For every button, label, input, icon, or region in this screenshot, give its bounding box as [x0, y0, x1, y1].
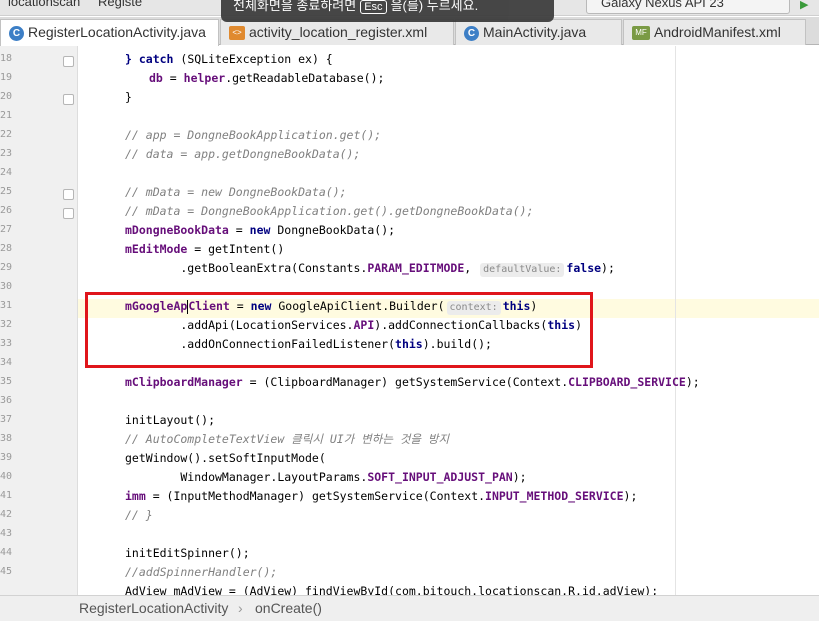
breadcrumb-class[interactable]: RegisterLocationActivity — [79, 596, 228, 621]
code-line-42: // } — [125, 508, 153, 522]
annotation-highlight-box — [85, 292, 593, 368]
fold-marker-icon[interactable] — [63, 94, 74, 105]
code-line-38: // AutoCompleteTextView 클릭시 UI가 변하는 것을 방… — [125, 432, 450, 446]
line-number: 37 — [0, 414, 12, 425]
manifest-icon: MF — [632, 26, 650, 41]
line-number-gutter: 18 19 20 21 22 23 24 25 26 27 28 29 30 3… — [0, 46, 78, 595]
line-number: 24 — [0, 167, 12, 178]
tab-label: RegisterLocationActivity.java — [28, 24, 206, 40]
device-selector[interactable]: Galaxy Nexus API 23 — [586, 0, 790, 14]
code-line-23: // data = app.getDongneBookData(); — [125, 147, 361, 161]
code-line-41: imm = (InputMethodManager) getSystemServ… — [125, 489, 638, 503]
project-breadcrumb[interactable]: locationscan — [8, 0, 80, 9]
line-number: 43 — [0, 528, 12, 539]
line-number: 31 — [0, 300, 12, 311]
code-line-19: db = helper.getReadableDatabase(); — [149, 71, 385, 85]
line-number: 32 — [0, 319, 12, 330]
line-number: 36 — [0, 395, 12, 406]
notice-text-before: 전체화면을 종료하려면 — [233, 0, 357, 13]
java-class-icon: C — [9, 25, 24, 41]
code-line-39: getWindow().setSoftInputMode( — [125, 451, 326, 465]
line-number: 35 — [0, 376, 12, 387]
code-line-40: WindowManager.LayoutParams.SOFT_INPUT_AD… — [125, 470, 527, 484]
notice-text-after: 을(를) 누르세요. — [390, 0, 479, 13]
line-number: 20 — [0, 91, 12, 102]
code-line-29: .getBooleanExtra(Constants.PARAM_EDITMOD… — [125, 261, 615, 277]
line-number: 26 — [0, 205, 12, 216]
line-number: 22 — [0, 129, 12, 140]
line-number: 44 — [0, 547, 12, 558]
code-line-46: AdView mAdView = (AdView) findViewById(c… — [125, 584, 659, 595]
line-number: 28 — [0, 243, 12, 254]
code-line-35: mClipboardManager = (ClipboardManager) g… — [125, 375, 700, 389]
right-margin-guide — [675, 46, 676, 595]
code-line-18: } catch (SQLiteException ex) { — [125, 52, 333, 66]
code-line-26: // mData = DongneBookApplication.get().g… — [125, 204, 534, 218]
code-line-27: mDongneBookData = new DongneBookData(); — [125, 223, 396, 237]
line-number: 40 — [0, 471, 12, 482]
parameter-hint: defaultValue: — [480, 263, 565, 277]
tab-label: activity_location_register.xml — [249, 24, 428, 40]
tab-main-activity[interactable]: C MainActivity.java — [455, 19, 622, 45]
code-line-45: //addSpinnerHandler(); — [125, 565, 278, 579]
run-icon[interactable]: ▶ — [800, 0, 808, 11]
fullscreen-exit-notice: 전체화면을 종료하려면 Esc 을(를) 누르세요. — [221, 0, 554, 22]
code-line-20: } — [125, 90, 132, 104]
line-number: 30 — [0, 281, 12, 292]
line-number: 38 — [0, 433, 12, 444]
line-number: 39 — [0, 452, 12, 463]
line-number: 42 — [0, 509, 12, 520]
tab-label: MainActivity.java — [483, 24, 587, 40]
fold-marker-icon[interactable] — [63, 189, 74, 200]
tab-android-manifest[interactable]: MF AndroidManifest.xml — [623, 19, 806, 45]
line-number: 25 — [0, 186, 12, 197]
code-line-44: initEditSpinner(); — [125, 546, 250, 560]
line-number: 34 — [0, 357, 12, 368]
line-number: 19 — [0, 72, 12, 83]
code-line-37: initLayout(); — [125, 413, 216, 427]
fold-marker-icon[interactable] — [63, 56, 74, 67]
esc-key-badge: Esc — [360, 0, 387, 14]
line-number: 27 — [0, 224, 12, 235]
tab-activity-location-register[interactable]: <> activity_location_register.xml — [220, 19, 454, 45]
line-number: 33 — [0, 338, 12, 349]
tab-register-location-activity[interactable]: C RegisterLocationActivity.java — [0, 19, 219, 46]
line-number: 18 — [0, 53, 12, 64]
editor-breadcrumb-bar: RegisterLocationActivity › onCreate() — [0, 595, 819, 621]
file-breadcrumb[interactable]: Registe — [98, 0, 142, 9]
java-class-icon: C — [464, 25, 479, 41]
line-number: 23 — [0, 148, 12, 159]
line-number: 21 — [0, 110, 12, 121]
breadcrumb-separator: › — [238, 600, 243, 616]
xml-layout-icon: <> — [229, 26, 245, 41]
line-number: 29 — [0, 262, 12, 273]
breadcrumb-method[interactable]: onCreate() — [255, 596, 322, 621]
tab-label: AndroidManifest.xml — [654, 24, 781, 40]
line-number: 45 — [0, 566, 12, 577]
code-line-25: // mData = new DongneBookData(); — [125, 185, 347, 199]
code-line-22: // app = DongneBookApplication.get(); — [125, 128, 382, 142]
code-editor[interactable]: } catch (SQLiteException ex) { db = help… — [78, 46, 819, 595]
line-number: 41 — [0, 490, 12, 501]
code-line-28: mEditMode = getIntent() — [125, 242, 285, 256]
fold-marker-icon[interactable] — [63, 208, 74, 219]
